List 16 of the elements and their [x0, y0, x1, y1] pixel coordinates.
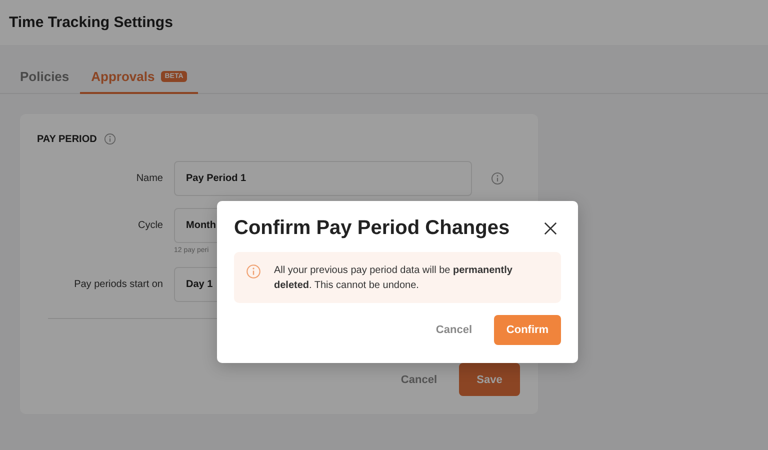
confirm-button[interactable]: Confirm	[494, 315, 561, 345]
tab[interactable]: Policies	[9, 61, 80, 94]
cancel-button[interactable]: Cancel	[396, 368, 441, 392]
field-label: Pay periods start on	[73, 279, 163, 290]
field-label: Cycle	[136, 220, 163, 231]
save-button[interactable]: Save	[459, 363, 520, 396]
input-field[interactable]: Pay Period 1	[174, 161, 472, 196]
info-icon	[246, 264, 261, 279]
field-label: Name	[135, 173, 163, 184]
info-icon	[104, 133, 116, 145]
alert-message: All your previous pay period data will be permanently deleted. This cannot be undone.	[274, 264, 514, 293]
close-icon[interactable]	[543, 221, 558, 236]
dialog-title: Confirm Pay Period Changes	[234, 217, 510, 240]
cancel-button[interactable]: Cancel	[432, 318, 476, 342]
section-title: PAY PERIOD	[37, 134, 97, 144]
page-title: Time Tracking Settings	[9, 14, 173, 31]
